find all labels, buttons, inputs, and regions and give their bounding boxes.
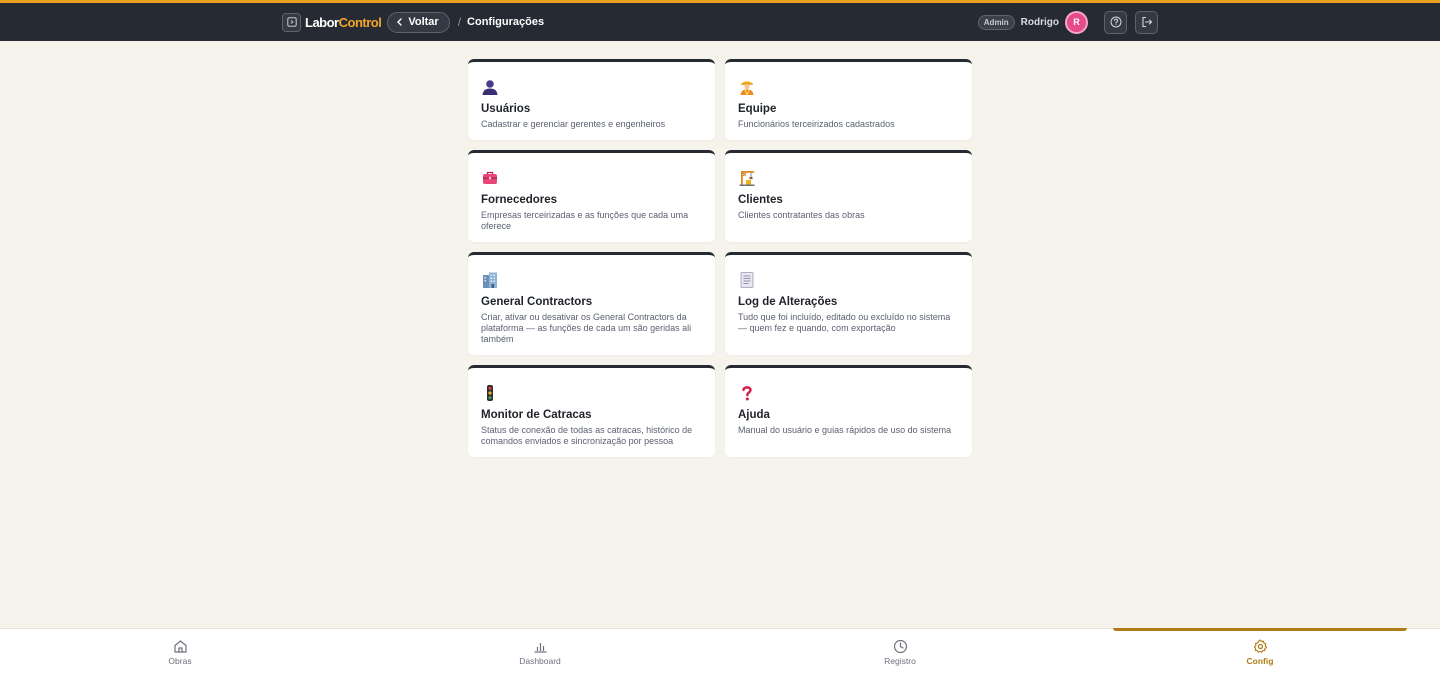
logout-button[interactable] (1135, 10, 1158, 34)
card-ajuda[interactable]: Ajuda Manual do usuário e guias rápidos … (725, 365, 972, 457)
worker-icon (740, 81, 754, 96)
bar-chart-icon (534, 642, 546, 653)
card-general-contractors[interactable]: General Contractors Criar, ativar ou des… (468, 252, 715, 355)
card-description: Clientes contratantes das obras (738, 210, 865, 220)
nav-item-label: Dashboard (519, 655, 561, 666)
user-name: Rodrigo (1020, 16, 1059, 28)
card-fornecedores[interactable]: Fornecedores Empresas terceirizadas e as… (468, 150, 715, 242)
panel-toggle-icon (286, 17, 297, 27)
toolbox-icon (483, 171, 497, 184)
sidebar-toggle-button[interactable] (282, 12, 301, 32)
card-description: Cadastrar e gerenciar gerentes e engenhe… (481, 119, 666, 129)
header-left: LaborControl Voltar / Configurações (282, 11, 545, 33)
clock-icon (893, 639, 907, 653)
bottom-nav: Obras Dashboard Registro Config (0, 628, 1440, 675)
back-button-label: Voltar (408, 16, 439, 28)
card-title: Log de Alterações (738, 296, 838, 308)
card-description: Status de conexão de todas as catracas, … (481, 425, 693, 446)
nav-item-label: Obras (168, 655, 192, 666)
role-badge: Admin (977, 14, 1015, 30)
help-circle-icon (1110, 16, 1121, 28)
settings-grid: Usuários Cadastrar e gerenciar gerentes … (468, 59, 972, 457)
breadcrumb-separator: / (457, 15, 462, 29)
card-usuarios[interactable]: Usuários Cadastrar e gerenciar gerentes … (468, 59, 715, 140)
nav-item-label: Registro (884, 655, 916, 666)
question-icon (742, 386, 752, 401)
card-title: Clientes (738, 194, 783, 206)
gear-icon (1253, 638, 1267, 653)
card-description: Empresas terceirizadas e as funções que … (481, 210, 689, 231)
header-right: Admin Rodrigo R (977, 10, 1158, 34)
card-title: General Contractors (481, 296, 593, 308)
back-button[interactable]: Voltar (387, 11, 450, 33)
user-icon (482, 80, 498, 95)
card-title: Equipe (738, 103, 777, 115)
card-equipe[interactable]: Equipe Funcionários terceirizados cadast… (725, 59, 972, 140)
building-icon (483, 272, 497, 288)
traffic-light-icon (487, 385, 493, 401)
card-description: Tudo que foi incluído, editado ou excluí… (738, 312, 951, 333)
card-title: Monitor de Catracas (481, 409, 592, 421)
card-title: Fornecedores (481, 194, 558, 206)
card-description: Funcionários terceirizados cadastrados (738, 119, 895, 129)
page-title: Configurações (467, 16, 545, 28)
help-button[interactable] (1104, 10, 1127, 34)
brand-logo[interactable]: LaborControl (305, 14, 382, 30)
brand-text-labor: Labor (305, 14, 339, 30)
card-description: Criar, ativar ou desativar os General Co… (481, 312, 692, 344)
crane-icon (739, 171, 755, 186)
nav-item-obras[interactable]: Obras (0, 629, 360, 675)
card-log-alteracoes[interactable]: Log de Alterações Tudo que foi incluído,… (725, 252, 972, 355)
logout-icon (1141, 16, 1152, 28)
home-icon (173, 639, 187, 653)
card-monitor-catracas[interactable]: Monitor de Catracas Status de conexão de… (468, 365, 715, 457)
nav-item-registro[interactable]: Registro (720, 629, 1080, 675)
nav-item-config[interactable]: Config (1080, 628, 1440, 675)
nav-item-label: Config (1246, 655, 1274, 666)
document-icon (740, 272, 754, 288)
card-title: Ajuda (738, 409, 770, 421)
card-title: Usuários (481, 103, 531, 115)
top-header: LaborControl Voltar / Configurações Admi… (0, 0, 1440, 41)
brand-text-control: Control (338, 14, 382, 30)
card-clientes[interactable]: Clientes Clientes contratantes das obras (725, 150, 972, 242)
avatar[interactable]: R (1065, 10, 1088, 34)
chevron-left-icon (397, 18, 403, 26)
nav-item-dashboard[interactable]: Dashboard (360, 629, 720, 675)
card-description: Manual do usuário e guias rápidos de uso… (738, 425, 952, 435)
header-inner: LaborControl Voltar / Configurações Admi… (282, 3, 1158, 41)
